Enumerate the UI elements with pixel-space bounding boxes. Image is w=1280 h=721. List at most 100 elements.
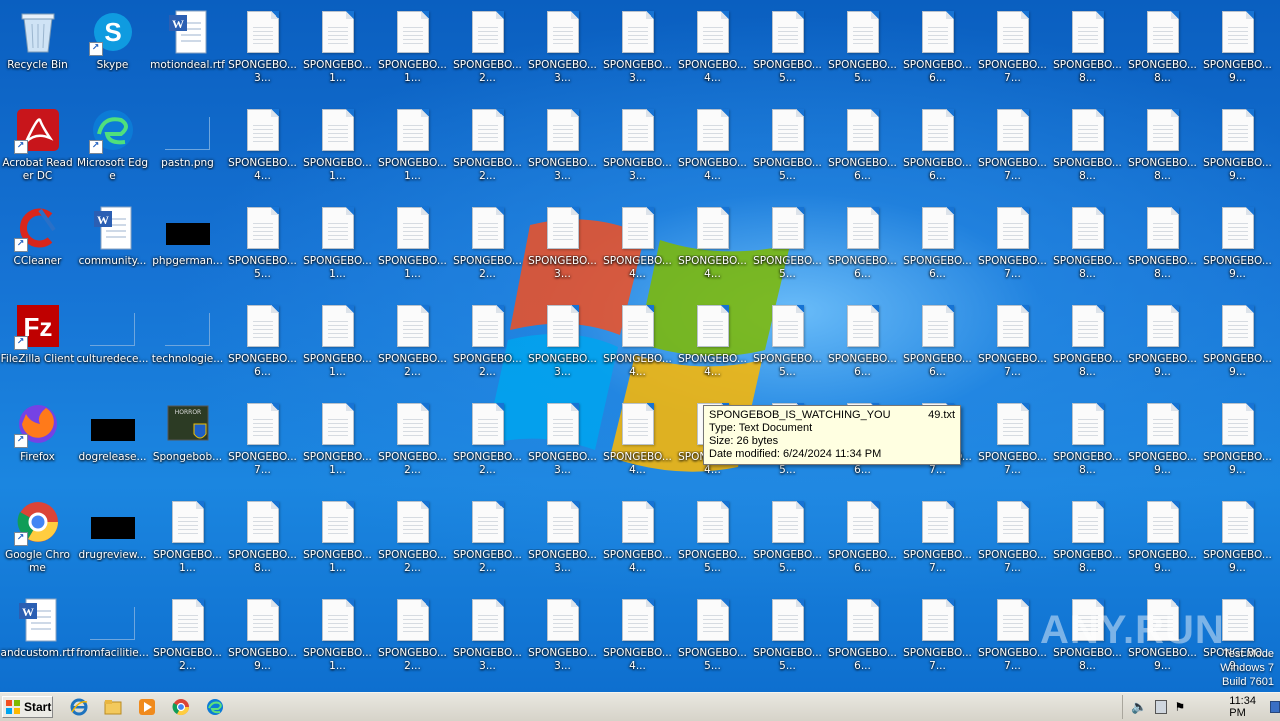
desktop-icon[interactable]: ↗ Microsoft Edge [75, 100, 150, 198]
spongebob-text-file[interactable]: SPONGEBO...6... [825, 296, 900, 394]
spongebob-text-file[interactable]: SPONGEBO... 3... [525, 296, 600, 394]
spongebob-text-file[interactable]: SPONGEBO...7... [900, 492, 975, 590]
spongebob-text-file[interactable]: SPONGEBO... 9... [1125, 492, 1200, 590]
spongebob-text-file[interactable]: SPONGEBO... 3... [525, 394, 600, 492]
spongebob-text-file[interactable]: SPONGEBO... 2... [450, 100, 525, 198]
spongebob-text-file[interactable]: SPONGEBO... 2... [375, 296, 450, 394]
spongebob-text-file[interactable]: SPONGEBO... 1... [300, 2, 375, 100]
desktop-icon[interactable]: HORROR Spongebob... [150, 394, 225, 492]
spongebob-text-file[interactable]: SPONGEBO...5... [750, 296, 825, 394]
action-center-flag-icon[interactable]: ⚑ [1175, 700, 1186, 714]
spongebob-text-file[interactable]: SPONGEBO... 1... [300, 296, 375, 394]
spongebob-text-file[interactable]: SPONGEBO... 8... [1125, 198, 1200, 296]
spongebob-text-file[interactable]: SPONGEBO...4... [600, 198, 675, 296]
spongebob-text-file[interactable]: SPONGEBO...7... [975, 492, 1050, 590]
desktop-icon[interactable]: phpgerman... [150, 198, 225, 296]
desktop-icon[interactable]: Wandcustom.rtf [0, 590, 75, 688]
desktop-icon[interactable]: Wcommunity... [75, 198, 150, 296]
spongebob-text-file[interactable]: SPONGEBO... 9... [1125, 296, 1200, 394]
desktop-icon[interactable]: ↗ Acrobat Reader DC [0, 100, 75, 198]
desktop-icon[interactable]: dogrelease... [75, 394, 150, 492]
spongebob-text-file[interactable]: SPONGEBO...6... [900, 198, 975, 296]
spongebob-text-file[interactable]: SPONGEBO... 9... [1200, 394, 1275, 492]
spongebob-text-file[interactable]: SPONGEBO... 2... [150, 590, 225, 688]
spongebob-text-file[interactable]: SPONGEBO...5... [825, 2, 900, 100]
spongebob-text-file[interactable]: SPONGEBO... 8... [1050, 100, 1125, 198]
desktop-icon[interactable]: ↗ Google Chrome [0, 492, 75, 590]
spongebob-text-file[interactable]: SPONGEBO... 1... [300, 394, 375, 492]
edge-icon[interactable] [206, 698, 224, 716]
spongebob-text-file[interactable]: SPONGEBO... 9... [1200, 2, 1275, 100]
spongebob-text-file[interactable]: SPONGEBO... 3... [225, 2, 300, 100]
desktop-icon[interactable]: fromfacilitie... [75, 590, 150, 688]
spongebob-text-file[interactable]: SPONGEBO...5... [675, 492, 750, 590]
spongebob-text-file[interactable]: SPONGEBO...6... [900, 296, 975, 394]
chrome-icon[interactable] [172, 698, 190, 716]
spongebob-text-file[interactable]: SPONGEBO... 1... [300, 198, 375, 296]
spongebob-text-file[interactable]: SPONGEBO... 1... [375, 2, 450, 100]
spongebob-text-file[interactable]: SPONGEBO...7... [975, 394, 1050, 492]
desktop-icon[interactable]: S ↗ Skype [75, 2, 150, 100]
file-explorer-icon[interactable] [104, 698, 122, 716]
spongebob-text-file[interactable]: SPONGEBO... 3... [525, 2, 600, 100]
desktop-icon[interactable]: culturedece... [75, 296, 150, 394]
spongebob-text-file[interactable]: SPONGEBO... 8... [225, 492, 300, 590]
spongebob-text-file[interactable]: SPONGEBO...5... [750, 100, 825, 198]
spongebob-text-file[interactable]: SPONGEBO...7... [975, 198, 1050, 296]
spongebob-text-file[interactable]: SPONGEBO...4... [600, 394, 675, 492]
spongebob-text-file[interactable]: SPONGEBO... 3... [600, 2, 675, 100]
internet-explorer-icon[interactable] [70, 698, 88, 716]
desktop-icon[interactable]: ↗ Firefox [0, 394, 75, 492]
desktop-icon[interactable]: ↗ CCleaner [0, 198, 75, 296]
spongebob-text-file[interactable]: SPONGEBO...4... [675, 198, 750, 296]
spongebob-text-file[interactable]: SPONGEBO... 1... [375, 198, 450, 296]
spongebob-text-file[interactable]: SPONGEBO...7... [975, 100, 1050, 198]
spongebob-text-file[interactable]: SPONGEBO... 2... [450, 296, 525, 394]
spongebob-text-file[interactable]: SPONGEBO... 8... [1050, 492, 1125, 590]
desktop-icon[interactable]: pastn.png [150, 100, 225, 198]
spongebob-text-file[interactable]: SPONGEBO... 3... [525, 492, 600, 590]
spongebob-text-file[interactable]: SPONGEBO... 3... [525, 198, 600, 296]
spongebob-text-file[interactable]: SPONGEBO...6... [825, 100, 900, 198]
start-button[interactable]: Start [2, 696, 53, 718]
spongebob-text-file[interactable]: SPONGEBO...5... [750, 198, 825, 296]
spongebob-text-file[interactable]: SPONGEBO...7... [900, 590, 975, 688]
desktop-icon[interactable]: Fz ↗ FileZilla Client [0, 296, 75, 394]
spongebob-text-file[interactable]: SPONGEBO...4... [675, 100, 750, 198]
desktop-icon[interactable]: Recycle Bin [0, 2, 75, 100]
spongebob-text-file[interactable]: SPONGEBO... 9... [1125, 394, 1200, 492]
spongebob-text-file[interactable]: SPONGEBO... 1... [375, 100, 450, 198]
spongebob-text-file[interactable]: SPONGEBO...7... [975, 296, 1050, 394]
show-desktop-icon[interactable] [1270, 701, 1280, 713]
spongebob-text-file[interactable]: SPONGEBO... 3... [525, 100, 600, 198]
spongebob-text-file[interactable]: SPONGEBO... 2... [375, 394, 450, 492]
spongebob-text-file[interactable]: SPONGEBO...5... [750, 492, 825, 590]
spongebob-text-file[interactable]: SPONGEBO... 1... [150, 492, 225, 590]
media-player-icon[interactable] [138, 698, 156, 716]
spongebob-text-file[interactable]: SPONGEBO... 9... [225, 590, 300, 688]
spongebob-text-file[interactable]: SPONGEBO...6... [225, 296, 300, 394]
desktop-icon[interactable]: technologie... [150, 296, 225, 394]
spongebob-text-file[interactable]: SPONGEBO... 8... [1050, 198, 1125, 296]
spongebob-text-file[interactable]: SPONGEBO... 3... [600, 100, 675, 198]
spongebob-text-file[interactable]: SPONGEBO... 2... [450, 198, 525, 296]
spongebob-text-file[interactable]: SPONGEBO... 9... [1200, 492, 1275, 590]
spongebob-text-file[interactable]: SPONGEBO... 8... [1050, 296, 1125, 394]
spongebob-text-file[interactable]: SPONGEBO... 8... [1125, 2, 1200, 100]
spongebob-text-file[interactable]: SPONGEBO... 2... [450, 394, 525, 492]
spongebob-text-file[interactable]: SPONGEBO...7... [975, 2, 1050, 100]
volume-icon[interactable]: 🔈 [1131, 700, 1147, 715]
spongebob-text-file[interactable]: SPONGEBO... 2... [375, 492, 450, 590]
spongebob-text-file[interactable]: SPONGEBO...4... [675, 2, 750, 100]
spongebob-text-file[interactable]: SPONGEBO...6... [825, 590, 900, 688]
clock[interactable]: 11:34 PM [1229, 695, 1260, 719]
spongebob-text-file[interactable]: SPONGEBO... 9... [1200, 296, 1275, 394]
spongebob-text-file[interactable]: SPONGEBO...6... [900, 2, 975, 100]
spongebob-text-file[interactable]: SPONGEBO...6... [900, 100, 975, 198]
spongebob-text-file[interactable]: SPONGEBO...4... [600, 590, 675, 688]
spongebob-text-file[interactable]: SPONGEBO... 3... [450, 590, 525, 688]
spongebob-text-file[interactable]: SPONGEBO...4... [225, 100, 300, 198]
spongebob-text-file[interactable]: SPONGEBO... 8... [1125, 100, 1200, 198]
spongebob-text-file[interactable]: SPONGEBO...7... [975, 590, 1050, 688]
desktop-icon[interactable]: drugreview... [75, 492, 150, 590]
